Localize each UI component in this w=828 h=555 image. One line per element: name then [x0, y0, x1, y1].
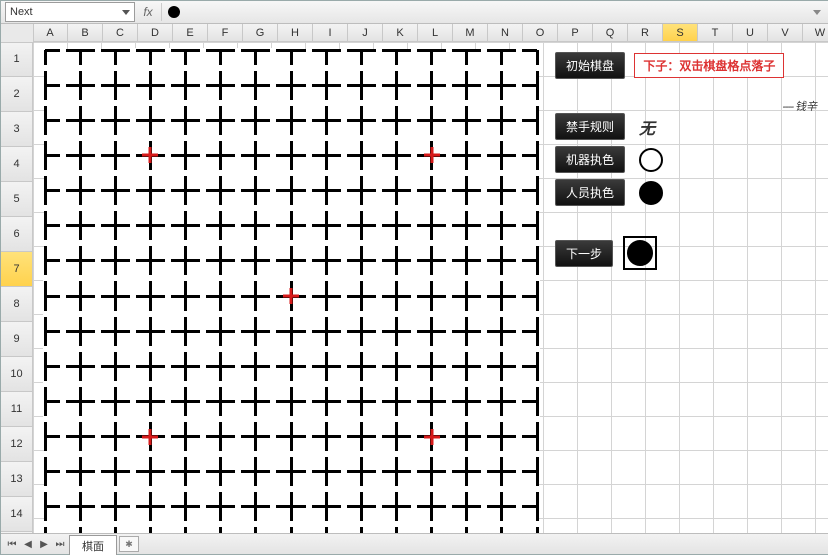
next-step-button[interactable]: 下一步: [555, 240, 613, 267]
col-header-C[interactable]: C: [103, 24, 138, 42]
col-header-M[interactable]: M: [453, 24, 488, 42]
row-header-5[interactable]: 5: [1, 182, 33, 217]
col-header-L[interactable]: L: [418, 24, 453, 42]
board-star-point: [283, 288, 299, 304]
col-header-I[interactable]: I: [313, 24, 348, 42]
col-header-N[interactable]: N: [488, 24, 523, 42]
board-vline: [219, 50, 222, 533]
col-header-P[interactable]: P: [558, 24, 593, 42]
board-hline: [45, 470, 537, 473]
formula-value-black-stone: [168, 6, 180, 18]
row-header-15[interactable]: 15: [1, 532, 33, 533]
col-header-D[interactable]: D: [138, 24, 173, 42]
sheet-tab-active[interactable]: 棋面: [69, 535, 117, 555]
board-vline: [430, 50, 433, 533]
board-star-point: [142, 429, 158, 445]
board-vline: [114, 50, 117, 533]
add-sheet-button[interactable]: [119, 536, 139, 552]
tab-nav-first[interactable]: ⏮: [5, 537, 19, 551]
forbid-rule-value: 无: [639, 115, 655, 139]
board-vline: [184, 50, 187, 533]
human-color-button[interactable]: 人员执色: [555, 179, 625, 206]
col-header-O[interactable]: O: [523, 24, 558, 42]
human-color-indicator: [639, 181, 663, 205]
board-hline: [45, 330, 537, 333]
fx-label: fx: [143, 5, 152, 19]
init-board-button[interactable]: 初始棋盘: [555, 52, 625, 79]
row-header-12[interactable]: 12: [1, 427, 33, 462]
col-header-F[interactable]: F: [208, 24, 243, 42]
row-header-9[interactable]: 9: [1, 322, 33, 357]
board-vline: [536, 50, 539, 533]
board-vline: [360, 50, 363, 533]
select-all-corner[interactable]: [1, 24, 34, 43]
board-vline: [325, 50, 328, 533]
board-star-point: [424, 429, 440, 445]
tab-nav-prev[interactable]: ◀: [21, 537, 35, 551]
row-header-11[interactable]: 11: [1, 392, 33, 427]
tab-nav-last[interactable]: ⏭: [53, 537, 67, 551]
col-header-U[interactable]: U: [733, 24, 768, 42]
worksheet: ABCDEFGHIJKLMNOPQRSTUVWX 123456789101112…: [1, 24, 828, 533]
board-hline: [45, 435, 537, 438]
row-header-14[interactable]: 14: [1, 497, 33, 532]
placement-hint: 下子：双击棋盘格点落子: [634, 53, 784, 78]
formula-bar-expand-icon[interactable]: [813, 10, 821, 15]
column-headers: ABCDEFGHIJKLMNOPQRSTUVWX: [33, 24, 828, 42]
col-header-V[interactable]: V: [768, 24, 803, 42]
col-header-G[interactable]: G: [243, 24, 278, 42]
board-hline: [45, 400, 537, 403]
sheet-tab-strip: ⏮ ◀ ▶ ⏭ 棋面: [1, 533, 828, 554]
excel-window: Next fx ABCDEFGHIJKLMNOPQRSTUVWX 1234567…: [0, 0, 828, 555]
board-hline: [45, 505, 537, 508]
board-vline: [500, 50, 503, 533]
board-star-point: [142, 147, 158, 163]
forbid-rule-button[interactable]: 禁手规则: [555, 113, 625, 140]
row-header-7[interactable]: 7: [1, 252, 33, 287]
row-header-3[interactable]: 3: [1, 112, 33, 147]
row-header-1[interactable]: 1: [1, 42, 33, 77]
row-header-10[interactable]: 10: [1, 357, 33, 392]
col-header-S[interactable]: S: [663, 24, 698, 42]
col-header-K[interactable]: K: [383, 24, 418, 42]
go-board[interactable]: [45, 50, 537, 533]
board-vline: [79, 50, 82, 533]
computer-color-indicator: [639, 148, 663, 172]
col-header-A[interactable]: A: [33, 24, 68, 42]
col-header-J[interactable]: J: [348, 24, 383, 42]
row-header-13[interactable]: 13: [1, 462, 33, 497]
board-vline: [465, 50, 468, 533]
board-star-point: [424, 147, 440, 163]
cell-area[interactable]: 初始棋盘 下子：双击棋盘格点落子 钱辛 禁手规则 无 机器执色 人员执色: [33, 42, 828, 533]
col-header-T[interactable]: T: [698, 24, 733, 42]
control-panel: 初始棋盘 下子：双击棋盘格点落子 钱辛 禁手规则 无 机器执色 人员执色: [555, 52, 825, 270]
row-headers: 123456789101112131415: [1, 42, 33, 533]
col-header-E[interactable]: E: [173, 24, 208, 42]
row-header-6[interactable]: 6: [1, 217, 33, 252]
row-header-4[interactable]: 4: [1, 147, 33, 182]
name-box-value: Next: [10, 6, 33, 18]
formula-bar: Next fx: [1, 1, 828, 24]
formula-input[interactable]: [161, 3, 809, 21]
col-header-W[interactable]: W: [803, 24, 828, 42]
col-header-Q[interactable]: Q: [593, 24, 628, 42]
fx-button[interactable]: fx: [139, 3, 157, 21]
col-header-B[interactable]: B: [68, 24, 103, 42]
board-hline: [45, 365, 537, 368]
board-vline: [44, 50, 47, 533]
row-header-8[interactable]: 8: [1, 287, 33, 322]
next-turn-stone: [627, 240, 653, 266]
board-vline: [149, 50, 152, 533]
tab-nav-next[interactable]: ▶: [37, 537, 51, 551]
row-header-2[interactable]: 2: [1, 77, 33, 112]
name-box[interactable]: Next: [5, 2, 135, 22]
board-vline: [254, 50, 257, 533]
name-box-dropdown-icon[interactable]: [122, 10, 130, 15]
board-vline: [395, 50, 398, 533]
next-turn-box: [623, 236, 657, 270]
author-signature: 钱辛: [782, 98, 817, 114]
col-header-R[interactable]: R: [628, 24, 663, 42]
computer-color-button[interactable]: 机器执色: [555, 146, 625, 173]
col-header-H[interactable]: H: [278, 24, 313, 42]
